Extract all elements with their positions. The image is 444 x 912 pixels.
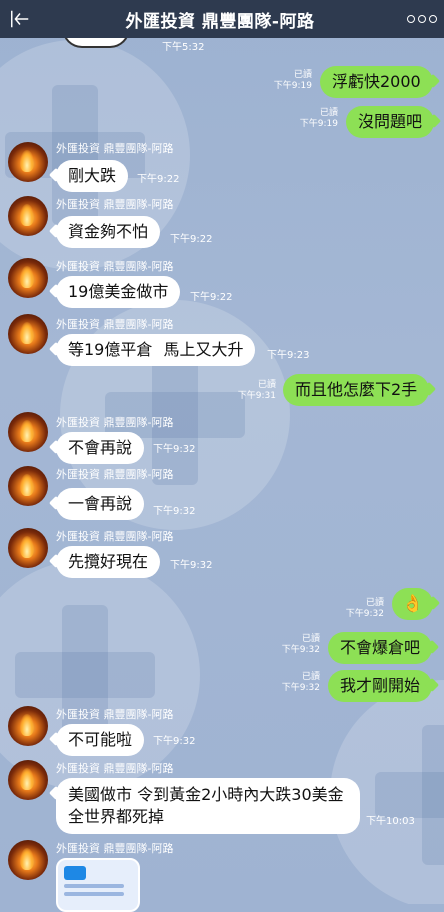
incoming-message[interactable]: 等19億平倉 馬上又大升 — [56, 334, 256, 366]
contact-name: 外匯投資 鼎豐團隊-阿路 — [56, 842, 174, 855]
incoming-message[interactable]: 美國做市 令到黃金2小時內大跌30美金 全世界都死掉 — [56, 778, 360, 834]
chat-header: 外匯投資 鼎豐團隊-阿路 — [0, 0, 444, 38]
outgoing-message[interactable]: 我才剛開始 — [328, 670, 433, 702]
contact-name: 外匯投資 鼎豐團隊-阿路 — [56, 142, 174, 155]
message-time: 下午10:03 — [366, 816, 415, 827]
contact-avatar[interactable] — [8, 196, 48, 236]
contact-avatar[interactable] — [8, 314, 48, 354]
message-time: 下午9:32 — [281, 645, 320, 655]
back-button[interactable] — [0, 0, 40, 38]
contact-name: 外匯投資 鼎豐團隊-阿路 — [56, 416, 174, 429]
message-time: 下午9:22 — [137, 174, 180, 185]
message-time: 下午9:32 — [345, 609, 384, 619]
incoming-message[interactable]: 19億美金做市 — [56, 276, 181, 308]
contact-avatar[interactable] — [8, 412, 48, 452]
incoming-message[interactable]: 不會再說 — [56, 432, 145, 464]
incoming-message[interactable]: 一會再說 — [56, 488, 145, 520]
read-receipt: 已讀 — [319, 108, 338, 118]
message-time: 下午9:22 — [190, 292, 233, 303]
contact-name: 外匯投資 鼎豐團隊-阿路 — [56, 468, 174, 481]
outgoing-message[interactable]: 而且他怎麼下2手 — [283, 374, 430, 406]
message-meta: 已讀 下午9:32 — [274, 672, 320, 694]
outgoing-message[interactable]: 不會爆倉吧 — [328, 632, 433, 664]
read-receipt: 已讀 — [365, 598, 384, 608]
contact-name: 外匯投資 鼎豐團隊-阿路 — [56, 530, 174, 543]
contact-avatar[interactable] — [8, 760, 48, 800]
message-time: 下午9:19 — [273, 81, 312, 91]
message-time: 下午9:32 — [153, 736, 196, 747]
chat-title: 外匯投資 鼎豐團隊-阿路 — [125, 11, 315, 32]
dot-icon — [429, 15, 437, 23]
incoming-message[interactable]: 資金夠不怕 — [56, 216, 161, 248]
incoming-message[interactable]: 先攬好現在 — [56, 546, 161, 578]
contact-name: 外匯投資 鼎豐團隊-阿路 — [56, 318, 174, 331]
contact-name: 外匯投資 鼎豐團隊-阿路 — [56, 198, 174, 211]
message-meta: 已讀 下午9:19 — [266, 70, 312, 92]
back-arrow-icon — [11, 10, 29, 28]
outgoing-message[interactable]: 沒問題吧 — [346, 106, 435, 138]
message-meta: 已讀 下午9:31 — [230, 380, 276, 402]
read-receipt: 已讀 — [293, 70, 312, 80]
more-options-button[interactable] — [400, 0, 444, 38]
dot-icon — [407, 15, 415, 23]
contact-avatar[interactable] — [8, 466, 48, 506]
message-time: 下午5:32 — [162, 42, 205, 53]
read-receipt: 已讀 — [301, 672, 320, 682]
message-meta: 已讀 下午9:32 — [274, 634, 320, 656]
message-time: 下午9:19 — [299, 119, 338, 129]
outgoing-message[interactable]: 👌 — [392, 588, 434, 620]
message-meta: 已讀 下午9:19 — [292, 108, 338, 130]
outgoing-message[interactable]: 浮虧快2000 — [320, 66, 433, 98]
contact-avatar[interactable] — [8, 142, 48, 182]
contact-name: 外匯投資 鼎豐團隊-阿路 — [56, 762, 174, 775]
contact-avatar[interactable] — [8, 840, 48, 880]
dot-icon — [418, 15, 426, 23]
message-time: 下午9:32 — [153, 444, 196, 455]
message-time: 下午9:22 — [170, 234, 213, 245]
incoming-message[interactable]: 不可能啦 — [56, 724, 145, 756]
incoming-message[interactable]: 剛大跌 — [56, 160, 129, 192]
message-meta: 已讀 下午9:32 — [338, 598, 384, 620]
contact-avatar[interactable] — [8, 706, 48, 746]
message-time: 下午9:32 — [281, 683, 320, 693]
message-time: 下午9:23 — [267, 350, 310, 361]
message-time: 下午9:32 — [153, 506, 196, 517]
contact-name: 外匯投資 鼎豐團隊-阿路 — [56, 708, 174, 721]
contact-name: 外匯投資 鼎豐團隊-阿路 — [56, 260, 174, 273]
message-time: 下午9:31 — [237, 391, 276, 401]
message-time: 下午9:32 — [170, 560, 213, 571]
read-receipt: 已讀 — [301, 634, 320, 644]
contact-avatar[interactable] — [8, 528, 48, 568]
contact-avatar[interactable] — [8, 258, 48, 298]
read-receipt: 已讀 — [257, 380, 276, 390]
